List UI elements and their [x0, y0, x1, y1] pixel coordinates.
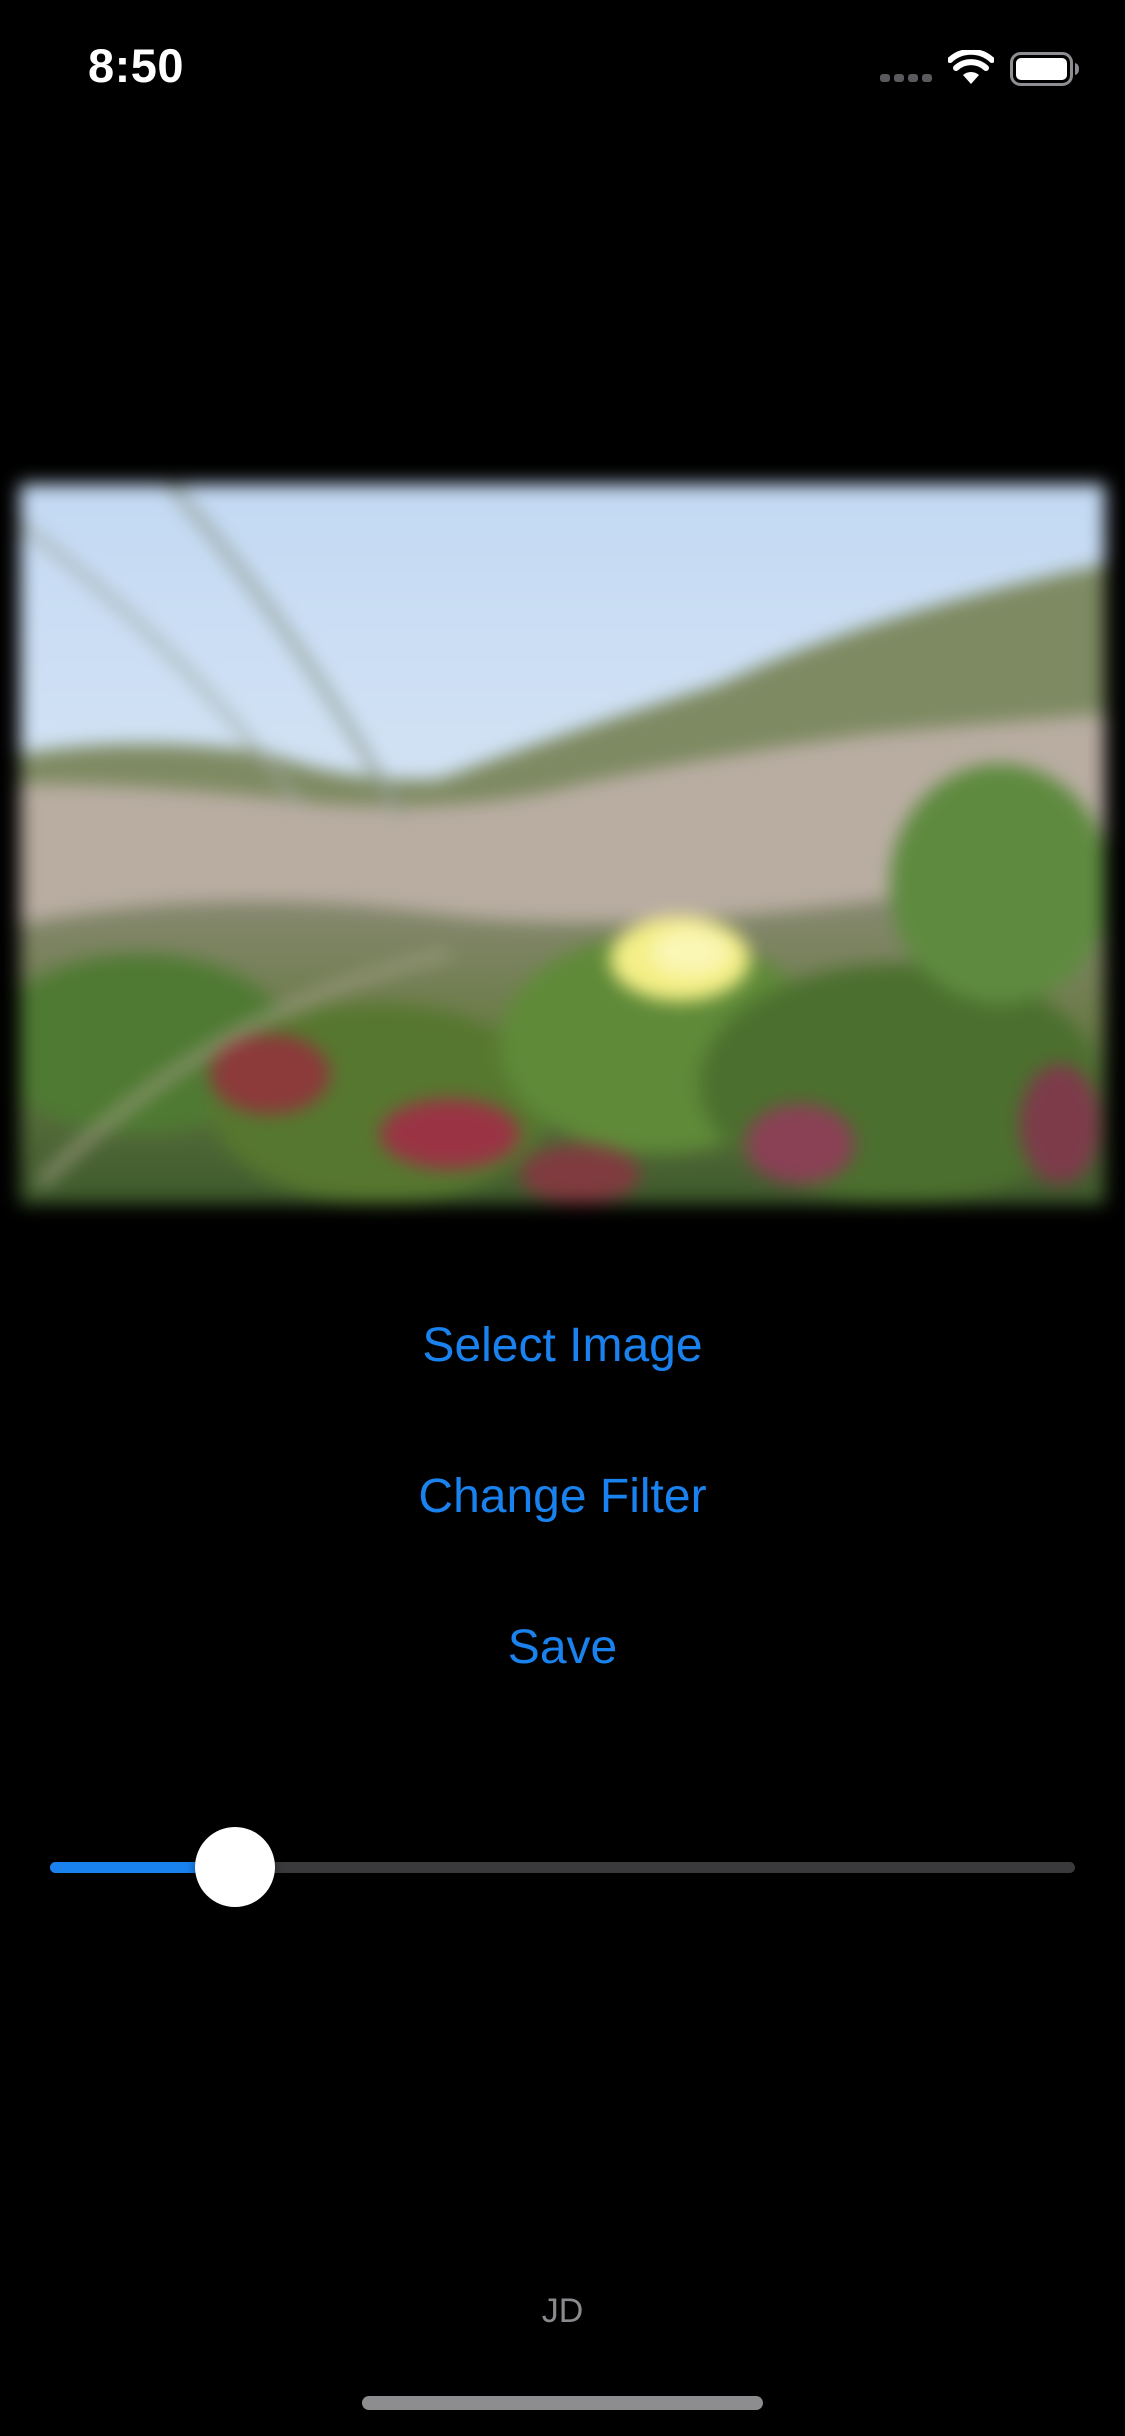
intensity-slider[interactable]	[50, 1822, 1075, 1912]
slider-thumb[interactable]	[195, 1827, 275, 1907]
cellular-signal-icon	[880, 74, 932, 84]
save-button[interactable]: Save	[0, 1620, 1125, 1675]
select-image-button[interactable]: Select Image	[0, 1318, 1125, 1373]
filtered-photo	[20, 484, 1105, 1204]
home-indicator[interactable]	[362, 2396, 763, 2410]
wifi-icon	[948, 50, 994, 84]
change-filter-button[interactable]: Change Filter	[0, 1469, 1125, 1524]
author-initials: JD	[541, 2292, 584, 2330]
battery-icon	[1010, 52, 1079, 86]
status-time: 8:50	[88, 39, 185, 92]
